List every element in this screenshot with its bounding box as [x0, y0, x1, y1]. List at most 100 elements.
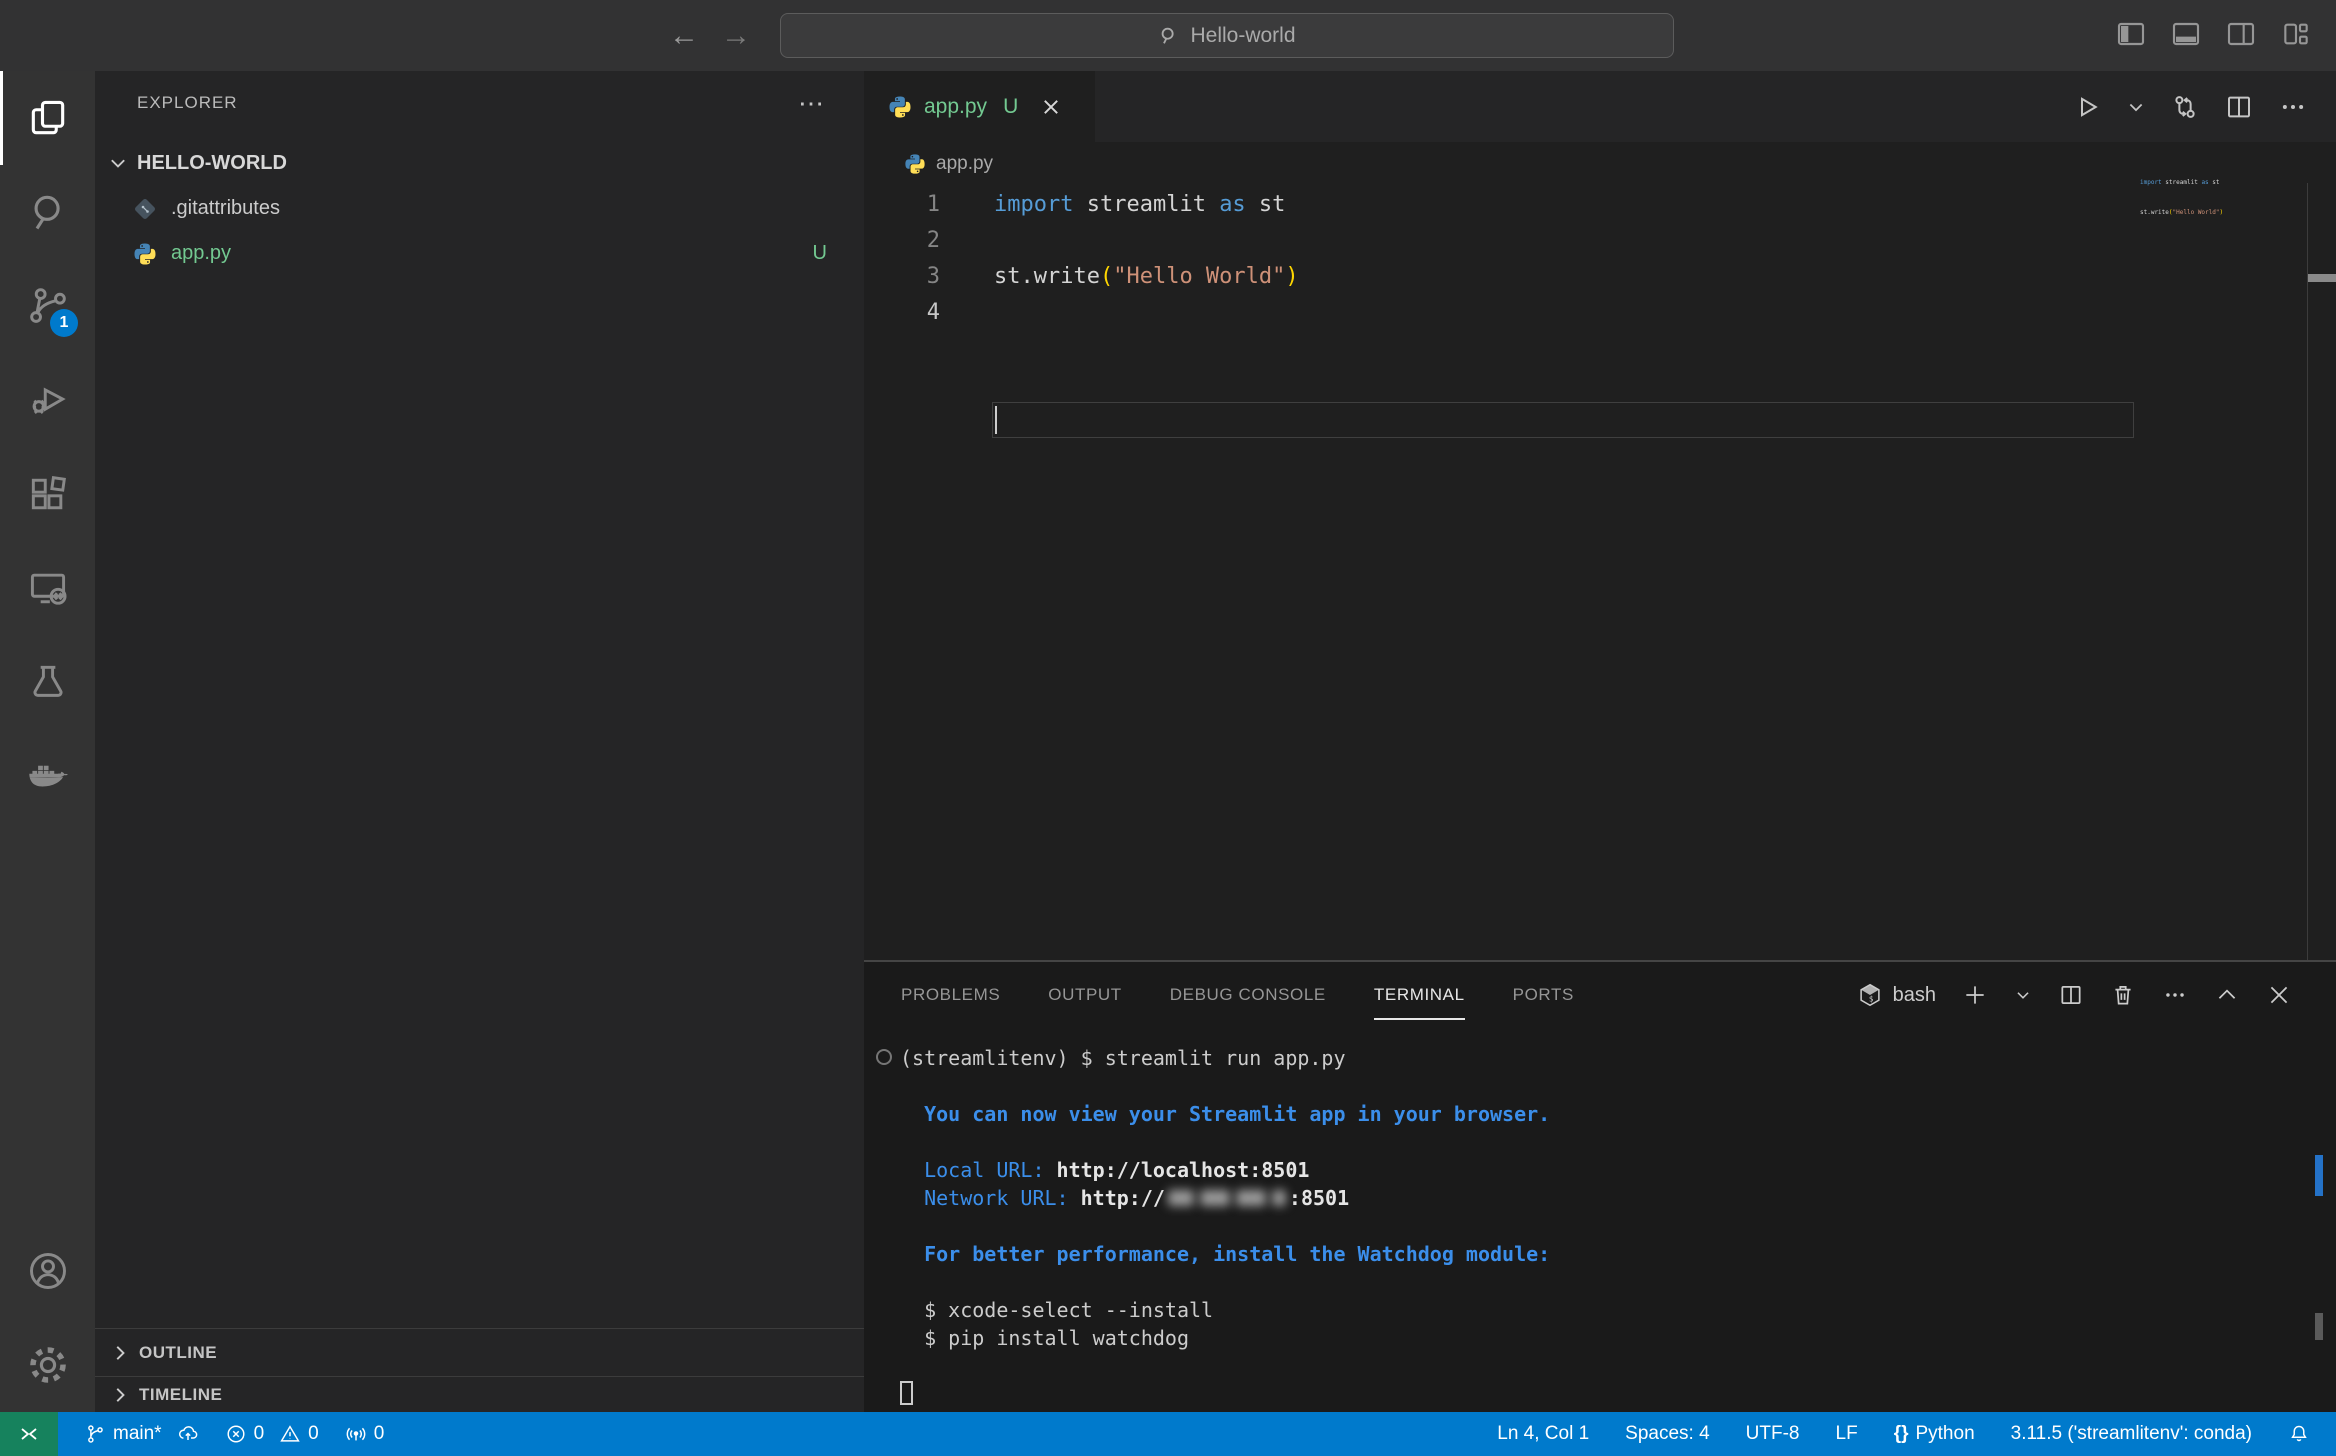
- problems-status-item[interactable]: 0 0: [225, 1423, 319, 1445]
- tab-ports[interactable]: PORTS: [1513, 962, 1574, 1028]
- tab-app-py[interactable]: app.py U: [864, 71, 1095, 142]
- sidebar-bottom-sections: OUTLINE TIMELINE: [95, 1328, 864, 1412]
- tab-problems[interactable]: PROBLEMS: [901, 962, 1000, 1028]
- error-icon: [225, 1423, 247, 1445]
- indentation-item[interactable]: Spaces: 4: [1625, 1423, 1710, 1445]
- run-file-icon[interactable]: [2072, 92, 2102, 122]
- split-editor-icon[interactable]: [2224, 92, 2254, 122]
- activity-testing[interactable]: [0, 635, 95, 729]
- search-value: Hello-world: [1190, 24, 1295, 48]
- outline-section-header[interactable]: OUTLINE: [95, 1328, 864, 1376]
- terminal-cursor: [900, 1381, 913, 1405]
- terminal-dropdown-chevron-icon[interactable]: [2014, 986, 2032, 1004]
- code-token: st.write: [994, 264, 1100, 289]
- chevron-right-icon: [109, 1342, 131, 1364]
- cursor-position-item[interactable]: Ln 4, Col 1: [1497, 1423, 1589, 1445]
- open-changes-icon[interactable]: [2170, 92, 2200, 122]
- tab-output[interactable]: OUTPUT: [1048, 962, 1121, 1028]
- activity-remote-explorer[interactable]: [0, 541, 95, 635]
- activity-search[interactable]: [0, 165, 95, 259]
- new-terminal-icon[interactable]: [1962, 982, 1988, 1008]
- warning-icon: [279, 1423, 301, 1445]
- terminal-line: Network URL: http://:8501: [900, 1184, 2336, 1212]
- minimap[interactable]: import streamlit as st st.write("Hello W…: [2140, 158, 2310, 238]
- command-center-search[interactable]: Hello-world: [780, 13, 1674, 58]
- tab-debug-console[interactable]: DEBUG CONSOLE: [1170, 962, 1326, 1028]
- encoding-item[interactable]: UTF-8: [1746, 1423, 1800, 1445]
- code-token: "Hello World": [1113, 264, 1285, 289]
- close-panel-icon[interactable]: [2266, 982, 2292, 1008]
- maximize-panel-chevron-up-icon[interactable]: [2214, 982, 2240, 1008]
- terminal-line: Local URL: http://localhost:8501: [900, 1156, 2336, 1184]
- language-mode-item[interactable]: {}Python: [1894, 1423, 1975, 1445]
- toggle-panel-icon[interactable]: [2170, 18, 2202, 50]
- customize-layout-icon[interactable]: [2280, 18, 2312, 50]
- extensions-icon: [26, 472, 70, 516]
- explorer-title: EXPLORER: [137, 93, 238, 113]
- remote-indicator[interactable]: [0, 1412, 58, 1456]
- activity-bar: 1: [0, 71, 95, 1412]
- explorer-more-actions-icon[interactable]: ⋯: [798, 88, 826, 119]
- code-token: (: [1100, 264, 1113, 289]
- notifications-item[interactable]: [2288, 1423, 2310, 1445]
- timeline-section-header[interactable]: TIMELINE: [95, 1376, 864, 1412]
- activity-extensions[interactable]: [0, 447, 95, 541]
- activity-settings[interactable]: [0, 1318, 95, 1412]
- tab-terminal[interactable]: TERMINAL: [1374, 962, 1465, 1028]
- tree-folder-hello-world[interactable]: HELLO-WORLD: [95, 140, 864, 186]
- vscode-window: ← → Hello-world 1: [0, 0, 2336, 1456]
- search-icon: [1158, 25, 1180, 47]
- activity-accounts[interactable]: [0, 1224, 95, 1318]
- panel-more-actions-icon[interactable]: [2162, 982, 2188, 1008]
- svg-text:$: $: [1869, 995, 1874, 1004]
- split-terminal-icon[interactable]: [2058, 982, 2084, 1008]
- toggle-primary-sidebar-icon[interactable]: [2115, 18, 2147, 50]
- panel: PROBLEMS OUTPUT DEBUG CONSOLE TERMINAL P…: [864, 960, 2336, 1412]
- toggle-secondary-sidebar-icon[interactable]: [2225, 18, 2257, 50]
- ports-status-item[interactable]: 0: [345, 1423, 385, 1445]
- activity-source-control[interactable]: 1: [0, 259, 95, 353]
- publish-cloud-icon: [177, 1423, 199, 1445]
- remote-brackets-icon: [17, 1422, 41, 1446]
- command-decoration-icon[interactable]: [876, 1049, 892, 1065]
- tree-item-app-py[interactable]: app.py U: [95, 231, 864, 276]
- debug-icon: [26, 378, 70, 422]
- more-actions-icon[interactable]: [2278, 92, 2308, 122]
- minimap-border: [2307, 183, 2308, 960]
- nav-back-icon[interactable]: ←: [666, 18, 702, 54]
- tree-item-gitattributes[interactable]: .gitattributes: [95, 186, 864, 231]
- close-icon[interactable]: [1040, 96, 1062, 118]
- run-dropdown-chevron-icon[interactable]: [2126, 97, 2146, 117]
- source-control-badge: 1: [50, 309, 78, 337]
- terminal-cursor-line: [900, 1380, 2336, 1408]
- nav-forward-icon[interactable]: →: [718, 18, 754, 54]
- terminal-overview-ruler: [2315, 1028, 2323, 1412]
- activity-run-debug[interactable]: [0, 353, 95, 447]
- code-line-2: 2: [864, 222, 2336, 258]
- search-icon: [26, 190, 70, 234]
- editor-tab-bar: app.py U: [864, 71, 2336, 142]
- kill-terminal-trash-icon[interactable]: [2110, 982, 2136, 1008]
- code-token: streamlit: [1073, 192, 1219, 217]
- shell-name: bash: [1893, 984, 1936, 1007]
- terminal-line: For better performance, install the Watc…: [900, 1240, 2336, 1268]
- activity-docker[interactable]: [0, 729, 95, 823]
- terminal-scrollbar-mark: [2315, 1313, 2323, 1340]
- local-url[interactable]: http://localhost:8501: [1057, 1158, 1310, 1182]
- titlebar: ← → Hello-world: [0, 0, 2336, 71]
- breadcrumb-file[interactable]: app.py: [936, 153, 993, 175]
- overview-ruler-cursor-mark: [2308, 274, 2336, 282]
- terminal[interactable]: (streamlitenv) $ streamlit run app.py Yo…: [864, 1028, 2336, 1412]
- editor[interactable]: app.py 1 import streamlit as st 2 3 st.w…: [864, 142, 2336, 960]
- eol-item[interactable]: LF: [1836, 1423, 1858, 1445]
- branch-status-item[interactable]: main*: [84, 1423, 199, 1445]
- gear-icon: [26, 1343, 70, 1387]
- python-interpreter-item[interactable]: 3.11.5 ('streamlitenv': conda): [2011, 1423, 2252, 1445]
- code-area[interactable]: 1 import streamlit as st 2 3 st.write("H…: [864, 186, 2336, 330]
- breadcrumb[interactable]: app.py: [864, 142, 2336, 186]
- git-status-badge: U: [813, 242, 827, 265]
- minimap-line: import streamlit as st: [2140, 178, 2310, 188]
- activity-explorer[interactable]: [0, 71, 95, 165]
- code-line-4: 4: [864, 294, 2336, 330]
- terminal-shell-label[interactable]: $ bash: [1857, 982, 1936, 1008]
